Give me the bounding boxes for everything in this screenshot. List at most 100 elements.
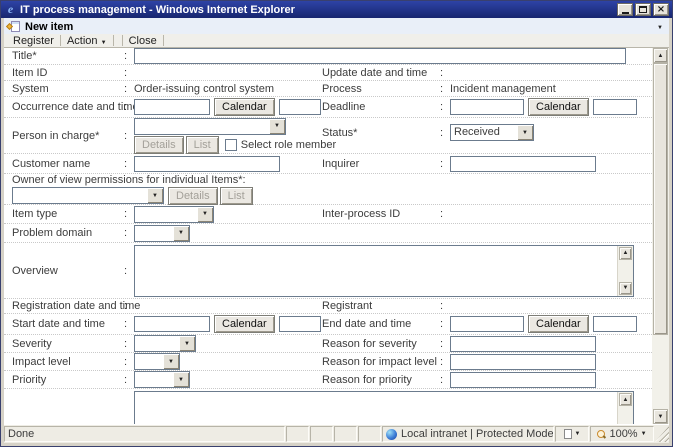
- register-button[interactable]: Register: [8, 35, 59, 47]
- action-menu-button[interactable]: Action ▼: [62, 35, 112, 47]
- colon-separator: :: [124, 300, 134, 312]
- start-date-input[interactable]: [134, 316, 210, 332]
- header-menu-button[interactable]: ▼: [657, 22, 663, 31]
- end-calendar-button[interactable]: Calendar: [528, 315, 589, 333]
- deadline-date-input[interactable]: [450, 99, 524, 115]
- person-in-charge-label: Person in charge*: [12, 130, 124, 142]
- inquirer-input[interactable]: [450, 156, 596, 172]
- scroll-up-button[interactable]: ▲: [619, 393, 632, 406]
- occurrence-label: Occurrence date and time: [12, 101, 124, 113]
- zoom-control-button[interactable]: 100% ▼: [590, 426, 654, 442]
- toolbar: Register Action ▼ Close: [4, 34, 669, 48]
- occurrence-date-input[interactable]: [134, 99, 210, 115]
- title-input[interactable]: [134, 48, 626, 64]
- scroll-up-button[interactable]: ▲: [619, 247, 632, 260]
- colon-separator: :: [440, 127, 450, 139]
- action-label: Action: [67, 35, 98, 47]
- start-time-input[interactable]: [279, 316, 321, 332]
- person-details-button[interactable]: Details: [134, 136, 184, 154]
- colon-separator: :: [124, 265, 134, 277]
- close-page-button[interactable]: Close: [124, 35, 162, 47]
- scroll-down-button[interactable]: ▼: [619, 282, 632, 295]
- chevron-up-icon: ▲: [623, 250, 629, 256]
- owner-permissions-label: Owner of view permissions for individual…: [12, 174, 246, 186]
- impact-level-label: Impact level: [12, 356, 124, 368]
- inquirer-label: Inquirer: [322, 158, 440, 170]
- person-list-button[interactable]: List: [186, 136, 219, 154]
- select-value: [135, 119, 269, 134]
- owner-permissions-select[interactable]: ▼: [12, 187, 164, 204]
- item-type-select[interactable]: ▼: [134, 206, 214, 223]
- internet-explorer-icon: e: [4, 3, 17, 16]
- select-value: [135, 354, 163, 369]
- owner-details-button[interactable]: Details: [168, 187, 218, 205]
- deadline-calendar-button[interactable]: Calendar: [528, 98, 589, 116]
- end-time-input[interactable]: [593, 316, 637, 332]
- reason-severity-input[interactable]: [450, 336, 596, 352]
- scroll-down-button[interactable]: ▼: [653, 409, 668, 424]
- reason-impact-input[interactable]: [450, 354, 596, 370]
- colon-separator: :: [124, 83, 134, 95]
- work-status-textarea[interactable]: ▲ ▼: [134, 391, 634, 424]
- select-role-member-checkbox[interactable]: [225, 139, 237, 151]
- form-row-system: System : Order-issuing control system Pr…: [4, 81, 652, 97]
- priority-select[interactable]: ▼: [134, 371, 190, 388]
- overview-textarea[interactable]: ▲ ▼: [134, 245, 634, 297]
- maximize-button[interactable]: [635, 3, 651, 16]
- colon-separator: :: [440, 318, 450, 330]
- owner-list-button[interactable]: List: [220, 187, 253, 205]
- status-panel: [358, 426, 381, 442]
- status-text-panel: Done: [4, 426, 285, 442]
- form-row-occurrence: Occurrence date and time : Calendar Dead…: [4, 97, 652, 118]
- process-label: Process: [322, 83, 440, 95]
- colon-separator: :: [124, 158, 134, 170]
- colon-separator: :: [124, 208, 134, 220]
- problem-domain-select[interactable]: ▼: [134, 225, 190, 242]
- status-text: Done: [8, 428, 34, 440]
- maximize-icon: [639, 6, 647, 13]
- title-bar: e IT process management - Windows Intern…: [1, 1, 672, 18]
- colon-separator: :: [440, 374, 450, 386]
- zoom-level: 100%: [609, 428, 637, 440]
- textarea-scrollbar[interactable]: ▲ ▼: [617, 246, 633, 296]
- textarea-scrollbar[interactable]: ▲ ▼: [617, 392, 633, 424]
- minimize-button[interactable]: [617, 3, 633, 16]
- update-date-label: Update date and time: [322, 67, 440, 79]
- occurrence-calendar-button[interactable]: Calendar: [214, 98, 275, 116]
- priority-label: Priority: [12, 374, 124, 386]
- form-row-priority: Priority : ▼ Reason for priority :: [4, 371, 652, 389]
- occurrence-time-input[interactable]: [279, 99, 321, 115]
- select-value: [135, 372, 173, 387]
- severity-select[interactable]: ▼: [134, 335, 196, 352]
- close-icon: ×: [657, 5, 665, 14]
- severity-label: Severity: [12, 338, 124, 350]
- status-select[interactable]: Received ▼: [450, 124, 534, 141]
- vertical-scrollbar[interactable]: ▲ ▼: [652, 48, 669, 424]
- customer-name-input[interactable]: [134, 156, 280, 172]
- reason-priority-input[interactable]: [450, 372, 596, 388]
- start-calendar-button[interactable]: Calendar: [214, 315, 275, 333]
- close-button[interactable]: ×: [653, 3, 669, 16]
- impact-level-select[interactable]: ▼: [134, 353, 180, 370]
- inter-process-id-label: Inter-process ID: [322, 208, 440, 220]
- system-label: System: [12, 83, 124, 95]
- new-item-icon: [8, 21, 21, 33]
- reason-severity-label: Reason for severity: [322, 338, 440, 350]
- scroll-up-button[interactable]: ▲: [653, 48, 668, 63]
- chevron-down-icon: ▼: [658, 414, 664, 420]
- chevron-down-icon: ▼: [657, 25, 663, 31]
- colon-separator: :: [440, 83, 450, 95]
- scrollbar-thumb[interactable]: [653, 63, 668, 335]
- end-date-input[interactable]: [450, 316, 524, 332]
- resize-grip[interactable]: [655, 426, 669, 442]
- colon-separator: :: [440, 101, 450, 113]
- colon-separator: :: [440, 158, 450, 170]
- toolbar-separator: [163, 35, 164, 46]
- page-privacy-button[interactable]: ▼: [555, 426, 589, 442]
- registration-date-label: Registration date and time: [12, 300, 124, 312]
- browser-window: e IT process management - Windows Intern…: [0, 0, 673, 447]
- deadline-time-input[interactable]: [593, 99, 637, 115]
- window-title: IT process management - Windows Internet…: [17, 4, 615, 16]
- deadline-label: Deadline: [322, 101, 440, 113]
- person-in-charge-select[interactable]: ▼: [134, 118, 286, 135]
